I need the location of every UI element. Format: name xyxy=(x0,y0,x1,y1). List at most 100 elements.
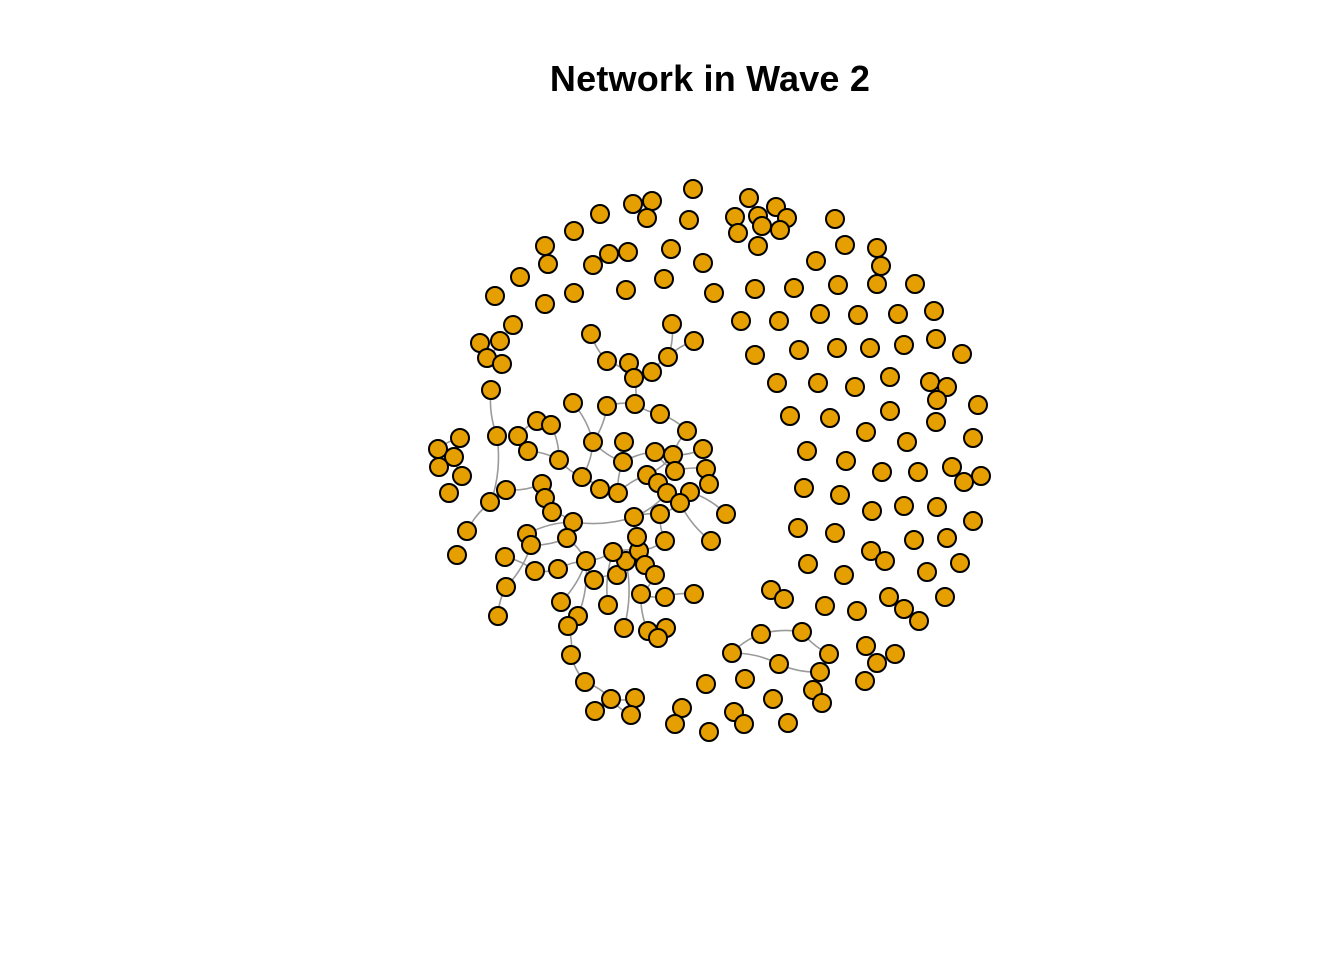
network-node xyxy=(848,305,868,325)
network-node xyxy=(769,654,789,674)
network-node xyxy=(739,188,759,208)
network-node xyxy=(631,584,651,604)
network-node xyxy=(597,351,617,371)
network-node xyxy=(684,331,704,351)
network-node xyxy=(748,236,768,256)
network-node xyxy=(728,223,748,243)
network-node xyxy=(926,329,946,349)
network-node xyxy=(885,644,905,664)
network-node xyxy=(597,396,617,416)
network-node xyxy=(725,207,745,227)
network-node xyxy=(490,331,510,351)
network-node xyxy=(774,589,794,609)
network-node xyxy=(745,279,765,299)
network-node xyxy=(794,478,814,498)
network-node xyxy=(693,253,713,273)
network-node xyxy=(810,662,830,682)
network-node xyxy=(558,616,578,636)
network-node xyxy=(927,390,947,410)
network-node xyxy=(828,275,848,295)
network-node xyxy=(670,493,690,513)
network-node xyxy=(788,518,808,538)
network-node xyxy=(845,377,865,397)
network-node xyxy=(894,335,914,355)
network-node xyxy=(601,689,621,709)
network-node xyxy=(581,324,601,344)
network-node xyxy=(847,601,867,621)
network-node xyxy=(645,442,665,462)
network-node xyxy=(625,394,645,414)
network-node xyxy=(429,457,449,477)
network-node xyxy=(780,406,800,426)
network-node xyxy=(535,294,555,314)
network-node xyxy=(926,412,946,432)
network-node xyxy=(485,286,505,306)
network-node xyxy=(716,504,736,524)
network-node xyxy=(894,496,914,516)
network-node xyxy=(950,553,970,573)
network-node xyxy=(572,467,592,487)
network-node xyxy=(952,344,972,364)
network-node xyxy=(867,653,887,673)
network-node xyxy=(655,587,675,607)
network-node xyxy=(488,606,508,626)
network-node xyxy=(495,547,515,567)
network-node xyxy=(658,347,678,367)
network-node xyxy=(613,452,633,472)
network-node xyxy=(909,611,929,631)
network-node xyxy=(871,256,891,276)
network-node xyxy=(492,354,512,374)
network-node xyxy=(677,421,697,441)
network-node xyxy=(590,204,610,224)
network-node xyxy=(820,408,840,428)
network-node xyxy=(812,693,832,713)
network-node xyxy=(603,542,623,562)
network-node xyxy=(770,220,790,240)
network-node xyxy=(535,236,555,256)
network-node xyxy=(693,439,713,459)
network-node xyxy=(621,705,641,725)
network-node xyxy=(763,689,783,709)
network-node xyxy=(935,587,955,607)
network-node xyxy=(963,511,983,531)
network-node xyxy=(683,179,703,199)
network-node xyxy=(518,441,538,461)
network-node xyxy=(584,570,604,590)
network-node xyxy=(867,274,887,294)
network-node xyxy=(819,644,839,664)
network-node xyxy=(942,457,962,477)
network-node xyxy=(908,462,928,482)
network-node xyxy=(860,338,880,358)
network-node xyxy=(496,577,516,597)
network-graph xyxy=(428,179,991,742)
network-node xyxy=(614,432,634,452)
network-node xyxy=(548,559,568,579)
network-node xyxy=(752,216,772,236)
network-node xyxy=(679,210,699,230)
network-node xyxy=(767,373,787,393)
network-node xyxy=(642,362,662,382)
network-node xyxy=(450,428,470,448)
network-node xyxy=(875,551,895,571)
network-node xyxy=(806,251,826,271)
network-node xyxy=(684,584,704,604)
network-node xyxy=(880,401,900,421)
network-node xyxy=(439,483,459,503)
network-node xyxy=(835,235,855,255)
network-node xyxy=(642,191,662,211)
network-node xyxy=(561,645,581,665)
network-node xyxy=(608,483,628,503)
network-node xyxy=(452,466,472,486)
network-node xyxy=(563,393,583,413)
network-node xyxy=(549,450,569,470)
network-node xyxy=(971,466,991,486)
network-node xyxy=(655,531,675,551)
network-node xyxy=(862,501,882,521)
network-node xyxy=(734,714,754,734)
network-node xyxy=(751,624,771,644)
network-node xyxy=(575,672,595,692)
network-node xyxy=(583,255,603,275)
network-node xyxy=(699,722,719,742)
network-node xyxy=(855,671,875,691)
network-node xyxy=(503,315,523,335)
